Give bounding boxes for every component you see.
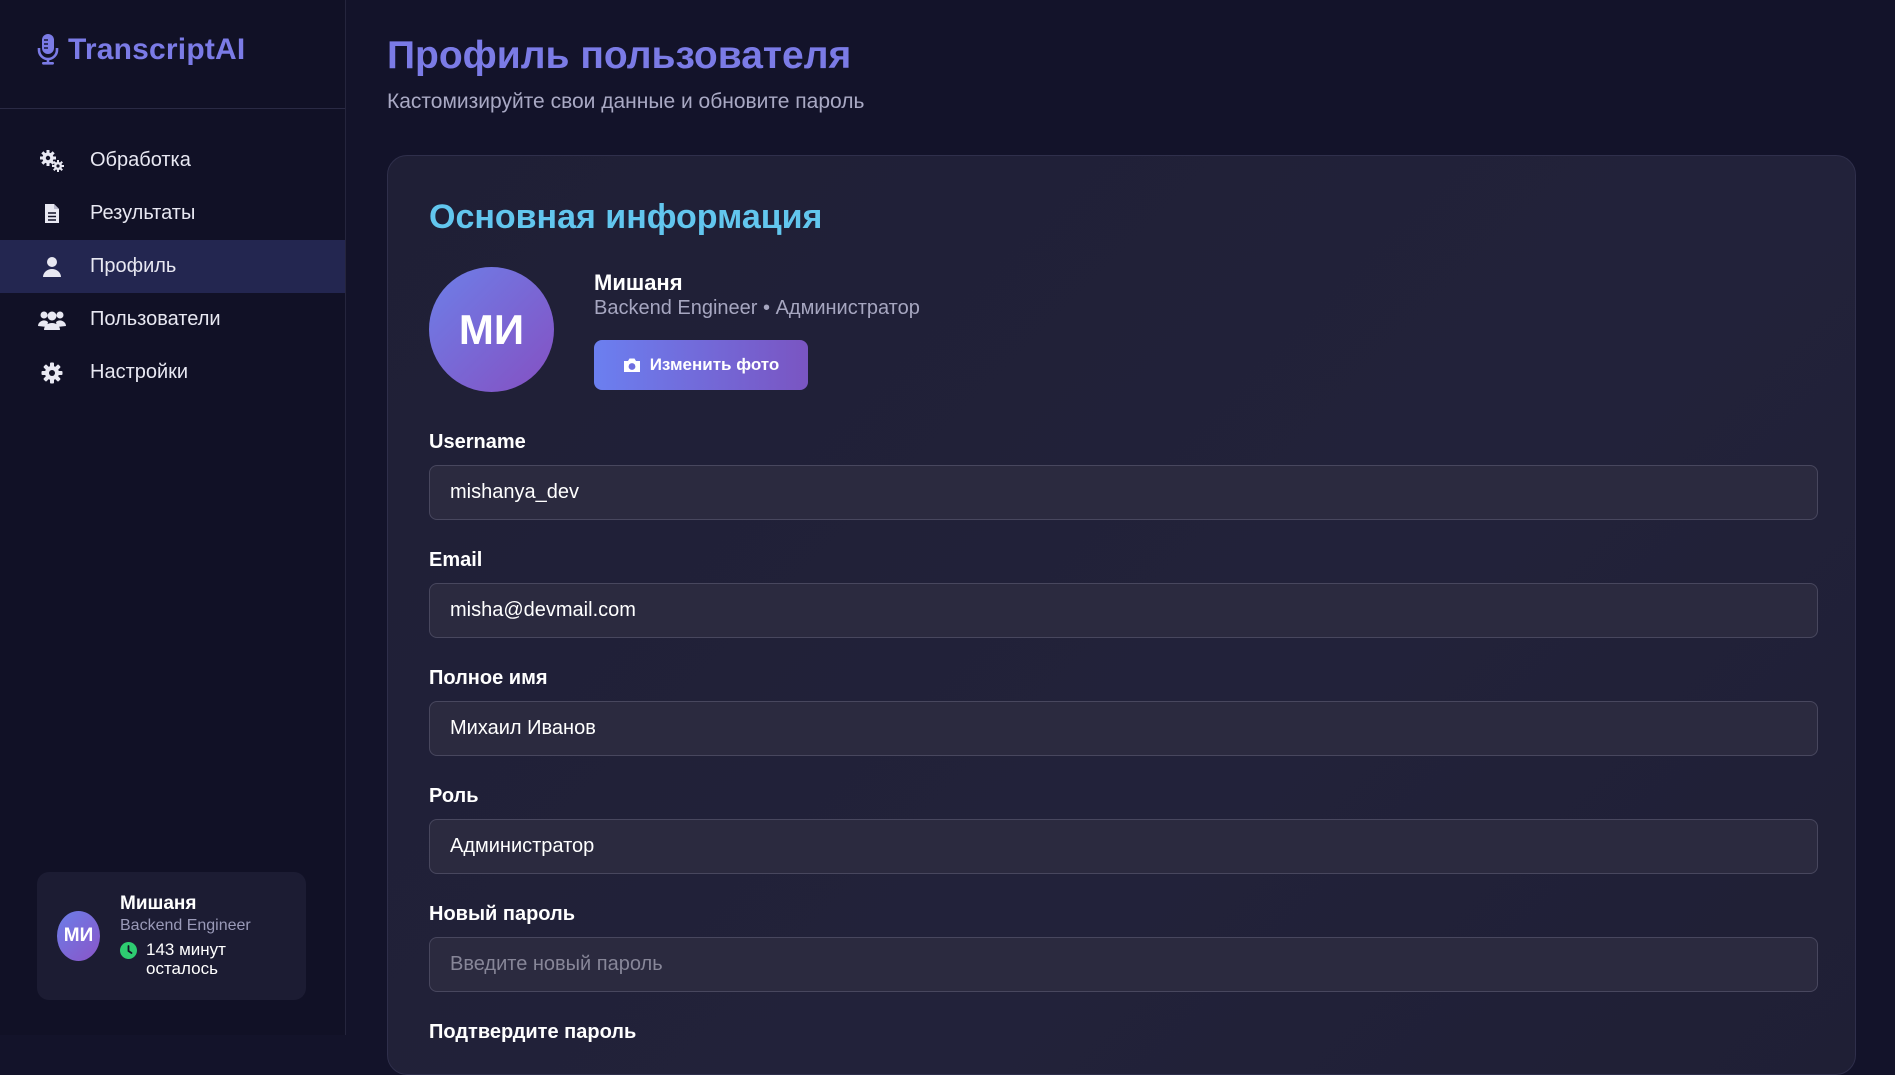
- username-field[interactable]: [429, 465, 1818, 520]
- document-icon: [38, 202, 66, 226]
- change-photo-label: Изменить фото: [649, 355, 780, 374]
- camera-icon: [623, 358, 640, 372]
- sidebar: TranscriptAI Обработка Результаты Профил…: [0, 0, 346, 1035]
- username-label: Username: [429, 431, 526, 453]
- profile-name: Мишаня: [594, 270, 683, 295]
- sidebar-nav: Обработка Результаты Профиль Пользовател…: [0, 134, 345, 399]
- page-subtitle: Кастомизируйте свои данные и обновите па…: [387, 90, 865, 113]
- user-role: Backend Engineer: [120, 917, 251, 935]
- role-field[interactable]: [429, 819, 1818, 874]
- section-title: Основная информация: [429, 198, 823, 236]
- user-icon: [38, 255, 66, 279]
- page-title: Профиль пользователя: [387, 34, 852, 77]
- profile-card: Основная информация МИ Мишаня Backend En…: [387, 155, 1856, 1075]
- full-name-field[interactable]: [429, 701, 1818, 756]
- gear-icon: [38, 361, 66, 385]
- user-info: Мишаня Backend Engineer 143 минут остало…: [120, 893, 290, 978]
- main-content: Профиль пользователя Кастомизируйте свои…: [347, 0, 1895, 1075]
- new-password-field[interactable]: [429, 937, 1818, 992]
- role-label: Роль: [429, 785, 479, 807]
- user-name: Мишаня: [120, 893, 197, 915]
- change-photo-button[interactable]: Изменить фото: [594, 340, 808, 390]
- email-field[interactable]: [429, 583, 1818, 638]
- sidebar-item-label: Результаты: [90, 202, 196, 224]
- confirm-password-label: Подтвердите пароль: [429, 1021, 637, 1043]
- users-icon: [38, 308, 66, 332]
- app-name: TranscriptAI: [68, 33, 246, 66]
- app-logo[interactable]: TranscriptAI: [0, 0, 345, 109]
- sidebar-item-label: Пользователи: [90, 308, 221, 330]
- profile-role: Backend Engineer • Администратор: [594, 297, 920, 319]
- new-password-label: Новый пароль: [429, 903, 576, 925]
- sidebar-item-settings[interactable]: Настройки: [0, 346, 345, 399]
- avatar: МИ: [57, 911, 100, 961]
- sidebar-item-label: Профиль: [90, 255, 177, 277]
- full-name-label: Полное имя: [429, 667, 548, 689]
- sidebar-item-label: Настройки: [90, 361, 189, 383]
- time-remaining-text: 143 минут осталось: [146, 939, 226, 979]
- sidebar-item-profile[interactable]: Профиль: [0, 240, 345, 293]
- sidebar-item-processing[interactable]: Обработка: [0, 134, 345, 187]
- user-card[interactable]: МИ Мишаня Backend Engineer 143 минут ост…: [37, 872, 306, 1000]
- sidebar-item-results[interactable]: Результаты: [0, 187, 345, 240]
- clock-icon: [120, 941, 137, 959]
- sidebar-item-label: Обработка: [90, 149, 191, 171]
- gears-icon: [38, 149, 66, 173]
- profile-avatar: МИ: [429, 267, 554, 392]
- email-label: Email: [429, 549, 483, 571]
- sidebar-item-users[interactable]: Пользователи: [0, 293, 345, 346]
- microphone-icon: [37, 34, 59, 65]
- time-remaining: 143 минут осталось: [120, 940, 290, 979]
